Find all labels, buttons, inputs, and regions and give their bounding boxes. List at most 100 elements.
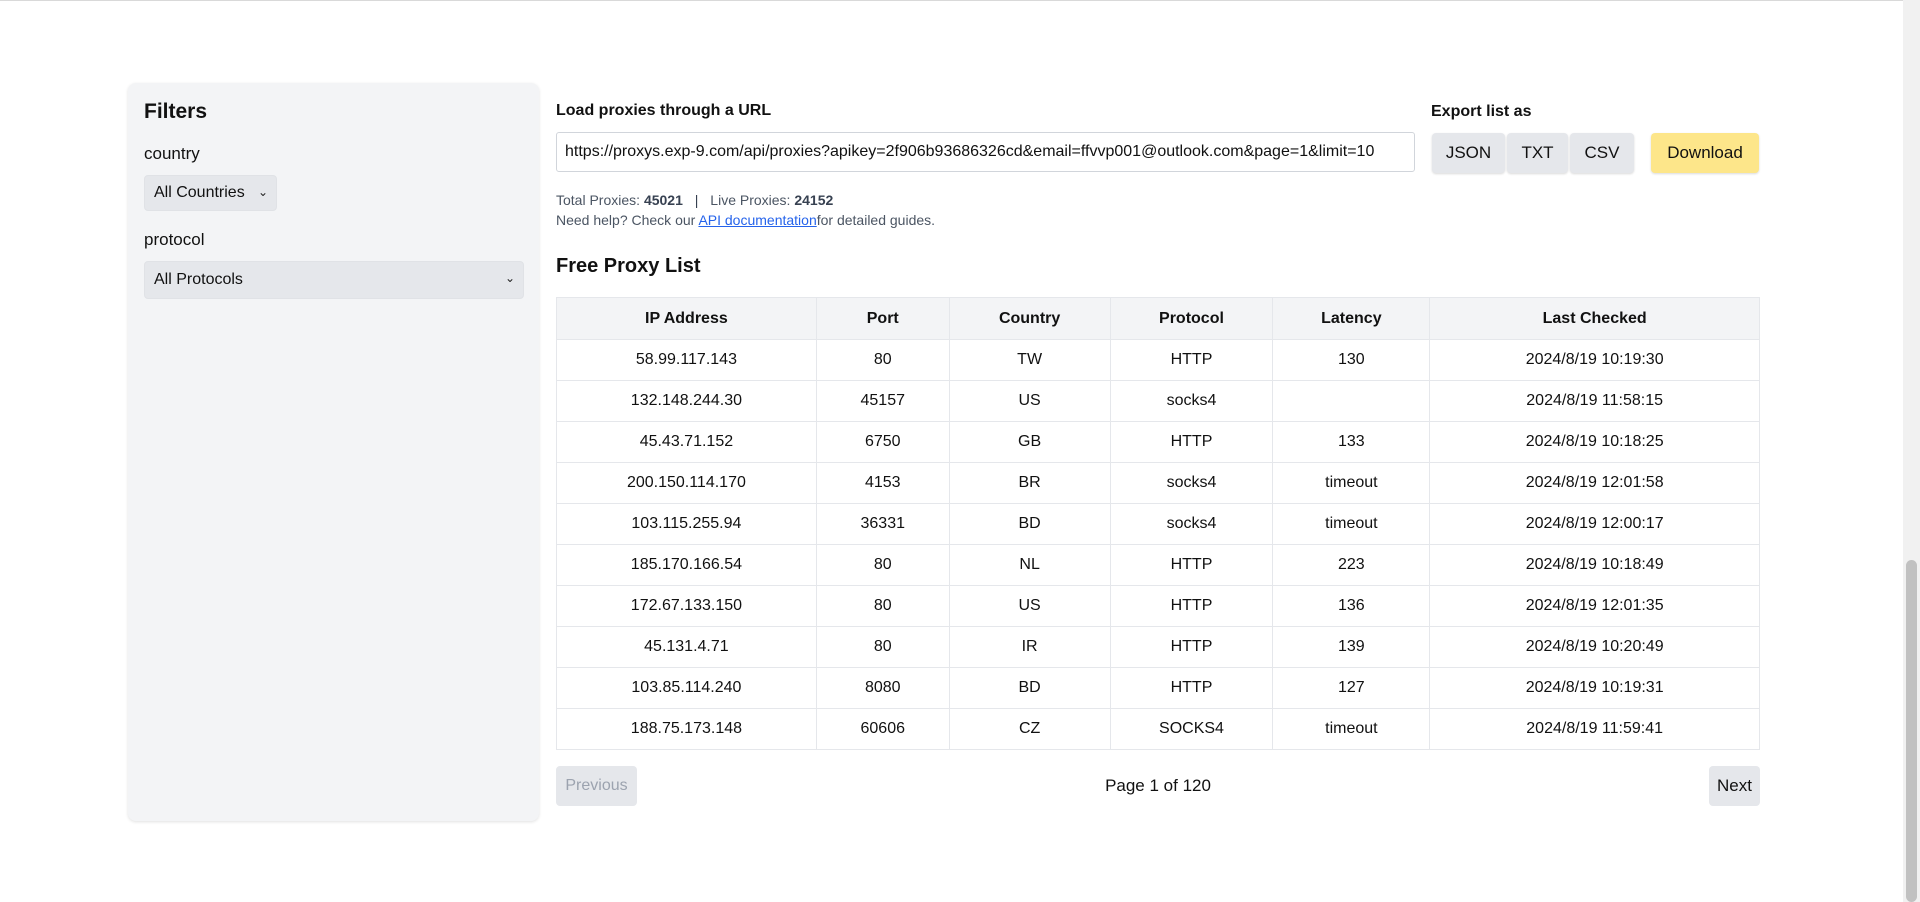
cell-latency: 223 [1272, 544, 1431, 586]
cell-ip: 103.85.114.240 [556, 667, 817, 709]
cell-protocol: HTTP [1109, 626, 1274, 668]
cell-ip: 200.150.114.170 [556, 462, 817, 504]
header-ip-address: IP Address [556, 297, 817, 340]
table-row: 132.148.244.30 45157 US socks4 2024/8/19… [556, 380, 1760, 422]
api-documentation-link[interactable]: API documentation [698, 212, 816, 228]
proxy-list-title: Free Proxy List [556, 255, 701, 277]
table-row: 172.67.133.150 80 US HTTP 136 2024/8/19 … [556, 585, 1760, 627]
help-suffix: for detailed guides. [816, 212, 936, 228]
cell-ip: 103.115.255.94 [556, 503, 817, 545]
table-row: 200.150.114.170 4153 BR socks4 timeout 2… [556, 462, 1760, 504]
country-select[interactable]: All Countries ⌄ [144, 175, 277, 211]
cell-port: 36331 [815, 503, 950, 545]
cell-last-checked: 2024/8/19 11:58:15 [1429, 380, 1760, 422]
cell-latency: 139 [1272, 626, 1431, 668]
cell-latency [1272, 380, 1431, 422]
table-row: 103.85.114.240 8080 BD HTTP 127 2024/8/1… [556, 667, 1760, 709]
header-country: Country [948, 297, 1111, 340]
cell-last-checked: 2024/8/19 10:18:49 [1429, 544, 1760, 586]
chevron-down-icon: ⌄ [257, 185, 268, 199]
proxy-stats: Total Proxies: 45021 | Live Proxies: 241… [556, 190, 833, 210]
table-row: 185.170.166.54 80 NL HTTP 223 2024/8/19 … [556, 544, 1760, 586]
cell-ip: 45.131.4.71 [556, 626, 817, 668]
filters-title: Filters [144, 100, 208, 123]
cell-country: CZ [948, 708, 1111, 750]
table-row: 58.99.117.143 80 TW HTTP 130 2024/8/19 1… [556, 339, 1760, 381]
cell-port: 80 [815, 626, 950, 668]
export-csv-button[interactable]: CSV [1570, 133, 1634, 173]
table-row: 188.75.173.148 60606 CZ SOCKS4 timeout 2… [556, 708, 1760, 750]
page-scrollbar[interactable] [1903, 0, 1920, 902]
cell-port: 4153 [815, 462, 950, 504]
help-text: Need help? Check our API documentationfo… [556, 210, 935, 230]
live-proxies-value: 24152 [794, 192, 834, 208]
url-loader-label: Load proxies through a URL [556, 102, 772, 119]
cell-ip: 58.99.117.143 [556, 339, 817, 381]
cell-latency: timeout [1272, 503, 1431, 545]
table-row: 45.43.71.152 6750 GB HTTP 133 2024/8/19 … [556, 421, 1760, 463]
cell-protocol: socks4 [1109, 380, 1274, 422]
page-info: Page 1 of 120 [1105, 776, 1211, 795]
cell-ip: 45.43.71.152 [556, 421, 817, 463]
table-header-row: IP Address Port Country Protocol Latency… [556, 297, 1760, 340]
cell-country: BD [948, 503, 1111, 545]
next-button[interactable]: Next [1709, 766, 1760, 806]
cell-country: BR [948, 462, 1111, 504]
scrollbar-thumb[interactable] [1906, 560, 1917, 902]
cell-last-checked: 2024/8/19 10:18:25 [1429, 421, 1760, 463]
cell-last-checked: 2024/8/19 12:01:58 [1429, 462, 1760, 504]
cell-last-checked: 2024/8/19 10:19:30 [1429, 339, 1760, 381]
total-proxies-value: 45021 [643, 192, 683, 208]
cell-latency: timeout [1272, 462, 1431, 504]
cell-last-checked: 2024/8/19 12:00:17 [1429, 503, 1760, 545]
cell-port: 80 [815, 585, 950, 627]
cell-country: BD [948, 667, 1111, 709]
cell-latency: 130 [1272, 339, 1431, 381]
cell-protocol: socks4 [1109, 503, 1274, 545]
previous-button[interactable]: Previous [556, 766, 637, 806]
export-label: Export list as [1431, 103, 1532, 120]
cell-ip: 188.75.173.148 [556, 708, 817, 750]
country-label: country [144, 144, 200, 163]
cell-country: GB [948, 421, 1111, 463]
header-last-checked: Last Checked [1429, 297, 1760, 340]
filters-panel: Filters country All Countries ⌄ protocol… [128, 83, 539, 821]
cell-protocol: HTTP [1109, 544, 1274, 586]
cell-latency: 127 [1272, 667, 1431, 709]
cell-port: 80 [815, 339, 950, 381]
cell-port: 80 [815, 544, 950, 586]
download-button[interactable]: Download [1651, 133, 1759, 173]
export-json-button[interactable]: JSON [1432, 133, 1505, 173]
top-border [0, 0, 1920, 1]
chevron-down-icon: ⌄ [504, 271, 515, 285]
cell-country: TW [948, 339, 1111, 381]
cell-protocol: socks4 [1109, 462, 1274, 504]
cell-protocol: HTTP [1109, 667, 1274, 709]
main-content: Load proxies through a URL https://proxy… [556, 100, 1760, 806]
total-proxies-label: Total Proxies: [556, 192, 641, 208]
stats-separator: | [694, 192, 699, 208]
cell-country: US [948, 380, 1111, 422]
protocol-label: protocol [144, 230, 205, 249]
table-row: 103.115.255.94 36331 BD socks4 timeout 2… [556, 503, 1760, 545]
table-row: 45.131.4.71 80 IR HTTP 139 2024/8/19 10:… [556, 626, 1760, 668]
cell-ip: 132.148.244.30 [556, 380, 817, 422]
header-port: Port [815, 297, 950, 340]
header-protocol: Protocol [1109, 297, 1274, 340]
cell-port: 60606 [815, 708, 950, 750]
export-txt-button[interactable]: TXT [1507, 133, 1568, 173]
cell-country: IR [948, 626, 1111, 668]
cell-last-checked: 2024/8/19 11:59:41 [1429, 708, 1760, 750]
cell-protocol: HTTP [1109, 421, 1274, 463]
cell-last-checked: 2024/8/19 10:19:31 [1429, 667, 1760, 709]
url-input[interactable]: https://proxys.exp-9.com/api/proxies?api… [556, 132, 1415, 172]
cell-port: 6750 [815, 421, 950, 463]
cell-protocol: SOCKS4 [1109, 708, 1274, 750]
pagination: Previous Page 1 of 120 Next [556, 766, 1760, 806]
protocol-select[interactable]: All Protocols ⌄ [144, 261, 524, 299]
cell-ip: 172.67.133.150 [556, 585, 817, 627]
proxy-table: IP Address Port Country Protocol Latency… [556, 297, 1760, 750]
help-prefix: Need help? Check our [556, 212, 699, 228]
header-latency: Latency [1272, 297, 1431, 340]
cell-port: 45157 [815, 380, 950, 422]
